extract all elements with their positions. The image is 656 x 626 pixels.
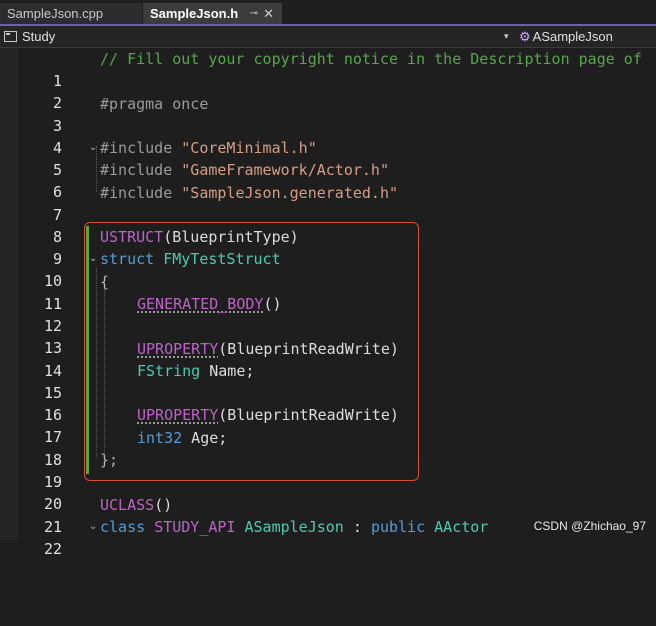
- class-keyword: class: [100, 518, 146, 536]
- pin-icon[interactable]: ⊸: [250, 3, 258, 24]
- member-name: Name;: [200, 362, 255, 380]
- open-brace: {: [100, 273, 110, 291]
- include-path: "CoreMinimal.h": [181, 139, 317, 157]
- code-line[interactable]: 9 USTRUCT(BlueprintType): [0, 226, 656, 268]
- code-line[interactable]: 10 ⌄ struct FMyTestStruct: [0, 248, 656, 290]
- tab-label: SampleJson.h: [150, 6, 239, 21]
- tab-samplejson-h[interactable]: SampleJson.h ⊸ ✕: [143, 3, 282, 24]
- code-line[interactable]: 13: [0, 315, 656, 357]
- member-name: Age;: [182, 429, 228, 447]
- struct-name: FMyTestStruct: [163, 250, 281, 268]
- inheritance-colon: :: [343, 518, 371, 536]
- tab-label: SampleJson.cpp: [7, 6, 104, 21]
- include-directive: #include: [100, 184, 182, 202]
- class-name: ASampleJson: [244, 518, 344, 536]
- code-line[interactable]: 12 GENERATED_BODY(): [0, 293, 656, 335]
- public-keyword: public: [370, 518, 426, 536]
- include-directive: #include: [100, 161, 182, 179]
- chevron-down-icon[interactable]: ▾: [504, 28, 509, 45]
- macro-args: (BlueprintReadWrite): [218, 406, 399, 424]
- tab-samplejson-cpp[interactable]: SampleJson.cpp: [0, 3, 142, 24]
- class-scope-label: ASampleJson: [532, 29, 613, 44]
- include-directive: #include: [100, 139, 182, 157]
- code-line[interactable]: 11 {: [0, 271, 656, 313]
- macro-args: (BlueprintType): [163, 228, 299, 246]
- fold-toggle-icon[interactable]: ⌄: [89, 516, 97, 538]
- generated-body-macro: GENERATED_BODY: [137, 295, 264, 313]
- comment-text: // Fill out your copyright notice in the…: [100, 50, 642, 68]
- fold-toggle-icon[interactable]: ⌄: [89, 248, 97, 270]
- include-path: "GameFramework/Actor.h": [181, 161, 389, 179]
- code-line[interactable]: 16: [0, 382, 656, 424]
- ustruct-macro: USTRUCT: [100, 228, 164, 246]
- code-line[interactable]: 6 #include "GameFramework/Actor.h": [0, 159, 656, 201]
- close-icon[interactable]: ✕: [263, 3, 274, 24]
- code-line[interactable]: 5 ⌄ #include "CoreMinimal.h": [0, 137, 656, 179]
- project-icon: [4, 31, 17, 42]
- line-number: 22: [43, 540, 62, 558]
- project-dropdown[interactable]: Study: [4, 28, 55, 45]
- code-line[interactable]: 3 #pragma once: [0, 93, 656, 135]
- code-line[interactable]: 8: [0, 204, 656, 246]
- code-line[interactable]: 21 UCLASS(): [0, 494, 656, 536]
- code-line[interactable]: 2: [0, 70, 656, 112]
- uproperty-macro: UPROPERTY: [137, 406, 219, 424]
- watermark: CSDN @Zhichao_97: [533, 519, 646, 533]
- project-label: Study: [22, 29, 56, 44]
- struct-keyword: struct: [100, 250, 155, 268]
- uclass-macro: UCLASS: [100, 496, 155, 514]
- class-scope-dropdown[interactable]: ⚙ ASampleJson: [519, 28, 613, 45]
- code-line[interactable]: 7 #include "SampleJson.generated.h": [0, 182, 656, 224]
- macro-args: (): [154, 496, 173, 514]
- code-line[interactable]: 17 UPROPERTY(BlueprintReadWrite): [0, 404, 656, 446]
- pragma-directive: #pragma once: [100, 95, 209, 113]
- code-editor[interactable]: 1 // Fill out your copyright notice in t…: [0, 48, 656, 558]
- code-line[interactable]: 19 };: [0, 449, 656, 491]
- code-line[interactable]: 20: [0, 471, 656, 513]
- code-line[interactable]: 1 // Fill out your copyright notice in t…: [0, 48, 656, 90]
- code-line[interactable]: 15 FString Name;: [0, 360, 656, 402]
- code-line[interactable]: 4: [0, 115, 656, 157]
- fstring-type: FString: [137, 362, 201, 380]
- macro-args: (): [263, 295, 282, 313]
- class-icon: ⚙: [519, 29, 531, 44]
- document-tab-bar: SampleJson.cpp SampleJson.h ⊸ ✕: [0, 0, 656, 26]
- api-macro: STUDY_API: [154, 518, 236, 536]
- close-brace: };: [100, 451, 119, 469]
- uproperty-macro: UPROPERTY: [137, 340, 219, 358]
- include-path: "SampleJson.generated.h": [181, 184, 399, 202]
- code-line[interactable]: 18 int32 Age;: [0, 427, 656, 469]
- fold-toggle-icon[interactable]: ⌄: [89, 137, 97, 159]
- navigation-bar: Study ▾ ⚙ ASampleJson: [0, 26, 656, 48]
- base-class-name: AActor: [434, 518, 489, 536]
- code-line[interactable]: 14 UPROPERTY(BlueprintReadWrite): [0, 338, 656, 380]
- macro-args: (BlueprintReadWrite): [218, 340, 399, 358]
- int32-type: int32: [137, 429, 183, 447]
